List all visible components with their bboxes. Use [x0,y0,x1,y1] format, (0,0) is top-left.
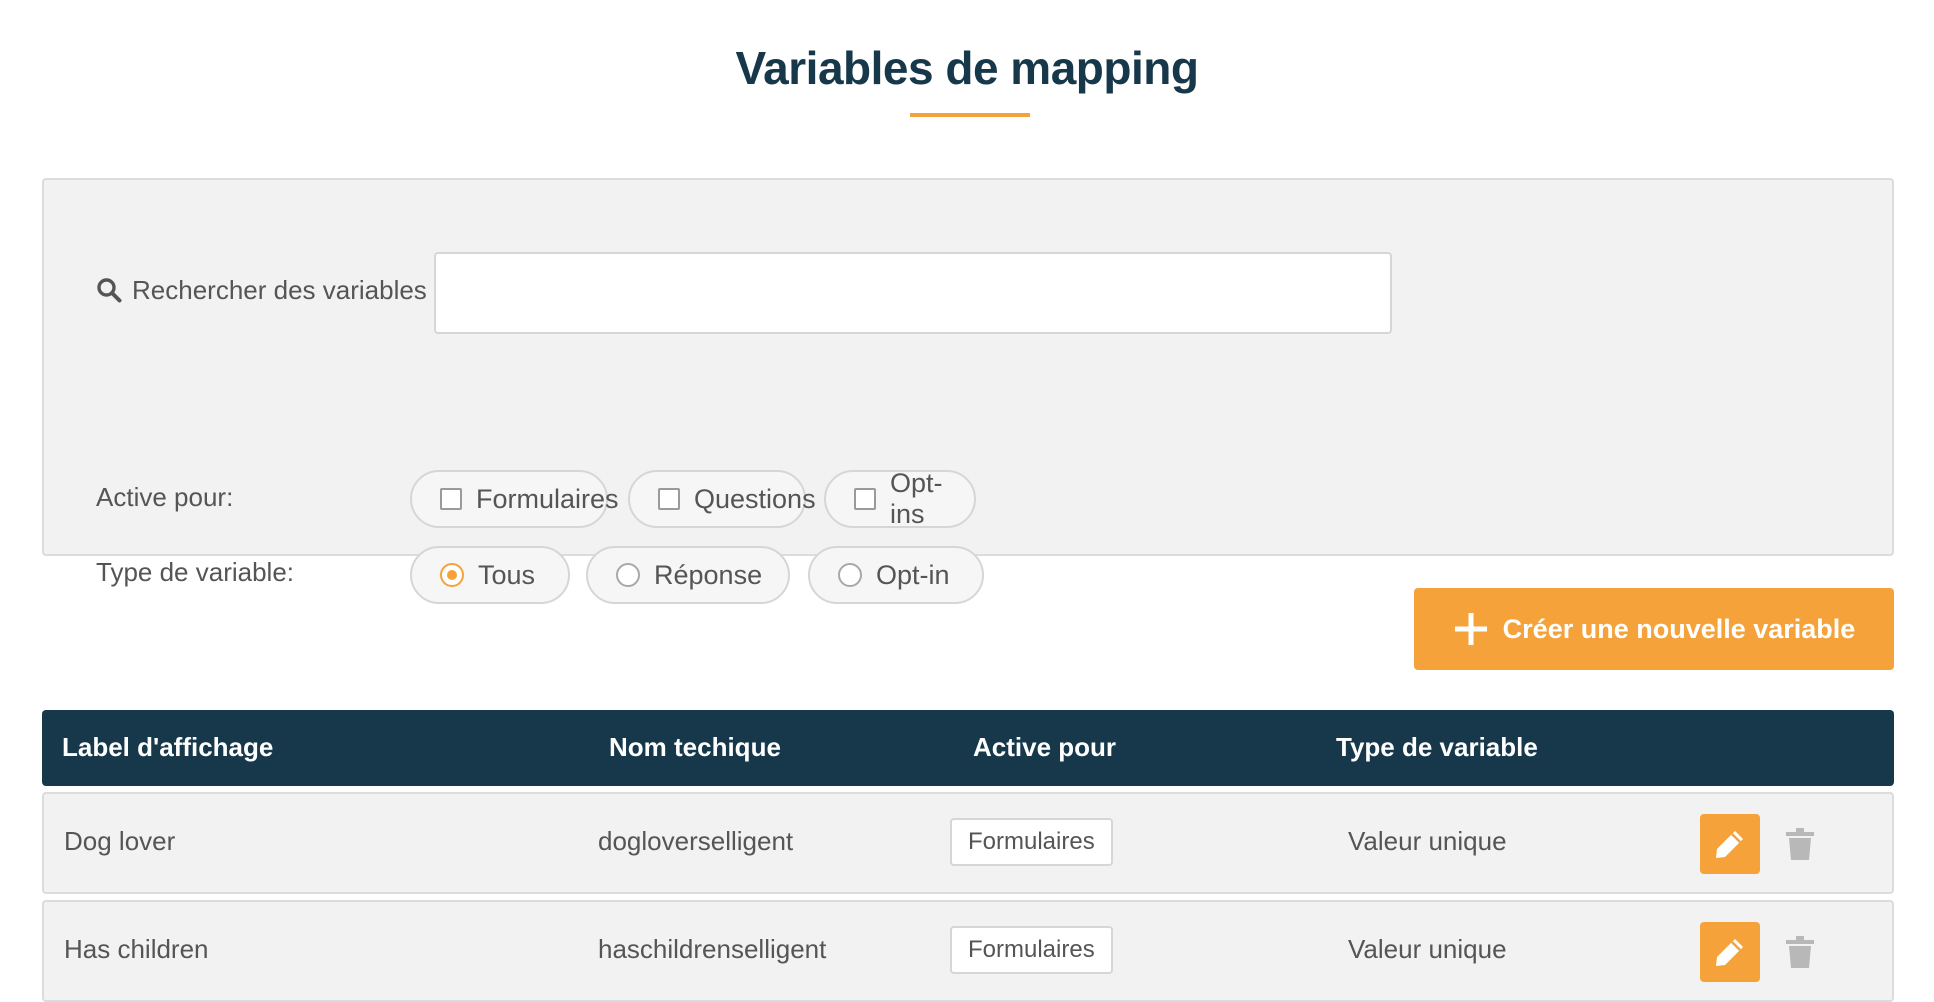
checkbox-label: Questions [694,483,816,514]
radio-tous[interactable]: Tous [410,546,570,604]
create-variable-button[interactable]: Créer une nouvelle variable [1414,588,1894,670]
table-row: Has children haschildrenselligent Formul… [42,900,1894,1002]
edit-button[interactable] [1700,922,1760,982]
search-label: Rechercher des variables [96,272,427,308]
search-input[interactable] [434,252,1392,334]
table-row: Dog lover dogloverselligent Formulaires … [42,792,1894,894]
radio-icon[interactable] [616,563,640,587]
column-header-technical-name: Nom techique [609,732,781,762]
active-for-tag: Formulaires [950,926,1113,974]
radio-reponse[interactable]: Réponse [586,546,790,604]
checkbox-label: Opt-ins [890,468,943,529]
radio-label: Opt-in [876,559,950,590]
checkbox-formulaires[interactable]: Formulaires [410,470,619,528]
plus-icon [1454,613,1487,645]
radio-label: Réponse [654,559,763,590]
radio-label: Tous [478,559,536,590]
column-header-label: Label d'affichage [62,732,274,762]
row-variable-type: Valeur unique [1348,934,1507,964]
search-icon [97,278,122,303]
checkbox-icon[interactable] [658,488,680,510]
column-header-variable-type: Type de variable [1336,732,1538,762]
create-variable-label: Créer une nouvelle variable [1502,613,1856,644]
checkbox-icon[interactable] [854,488,876,510]
search-label-text: Rechercher des variables [132,274,427,305]
pencil-icon [1716,939,1743,966]
row-technical-name: haschildrenselligent [598,934,827,964]
column-header-active-for: Active pour [973,732,1117,762]
delete-button[interactable] [1780,932,1820,972]
checkbox-questions[interactable]: Questions [628,470,816,528]
radio-opt-in[interactable]: Opt-in [808,546,984,604]
checkbox-opt-ins[interactable]: Opt-ins [824,468,976,529]
filter-panel: Rechercher des variables Active pour: Fo… [42,178,1894,604]
trash-icon [1786,936,1814,968]
checkbox-icon[interactable] [440,488,462,510]
row-label: Has children [64,934,209,964]
active-for-tag: Formulaires [950,818,1113,866]
variable-type-label: Type de variable: [96,557,295,587]
edit-button[interactable] [1700,814,1760,874]
radio-icon[interactable] [838,563,862,587]
delete-button[interactable] [1780,824,1820,864]
checkbox-label: Formulaires [476,483,619,514]
row-label: Dog lover [64,826,176,856]
radio-selected-icon[interactable] [440,563,464,587]
pencil-icon [1716,831,1743,858]
title-underline [910,113,1030,117]
active-for-label: Active pour: [96,482,234,512]
trash-icon [1786,828,1814,860]
table-header: Label d'affichage Nom techique Active po… [42,710,1894,786]
page-title: Variables de mapping [735,42,1199,94]
row-variable-type: Valeur unique [1348,826,1507,856]
row-technical-name: dogloverselligent [598,826,794,856]
